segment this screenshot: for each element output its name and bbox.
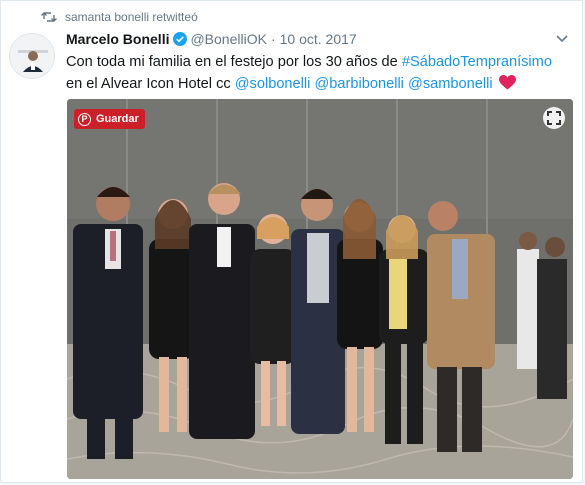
pinterest-icon: P [78,112,91,126]
tweet-text: Con toda mi familia en el festejo por lo… [66,51,571,95]
tweet-card[interactable]: samanta bonelli retwitteó Marcelo Bonell… [0,0,583,483]
chevron-down-icon[interactable] [556,35,568,43]
verified-badge-icon [173,32,188,46]
separator-dot: · [270,31,276,47]
expand-icon [547,111,561,125]
mention-link[interactable]: @sambonelli [408,76,493,92]
retweet-text[interactable]: samanta bonelli retwitteó [65,10,198,24]
tweet-date[interactable]: 10 oct. 2017 [280,31,357,47]
author-name[interactable]: Marcelo Bonelli [66,31,169,47]
avatar-image [10,34,54,78]
hashtag-link[interactable]: #SábadoTempranísimo [402,54,552,70]
pinterest-save-label: Guardar [96,113,139,125]
tweet-header: Marcelo Bonelli @BonelliOK · 10 oct. 201… [66,31,357,47]
author-handle[interactable]: @BonelliOK [190,31,266,47]
mention-link[interactable]: @solbonelli [235,76,311,92]
retweet-context: samanta bonelli retwitteó [41,10,198,24]
avatar[interactable] [9,33,55,79]
tweet-photo[interactable]: P Guardar [67,99,573,479]
retweet-icon [41,12,57,22]
pinterest-save-button[interactable]: P Guardar [74,109,145,129]
tweet-text-part: en el Alvear Icon Hotel cc [66,76,235,92]
group-photo-image [67,99,573,479]
red-heart-icon [498,75,516,90]
mention-link[interactable]: @barbibonelli [314,76,403,92]
expand-button[interactable] [543,107,565,129]
tweet-text-part: Con toda mi familia en el festejo por lo… [66,54,402,70]
